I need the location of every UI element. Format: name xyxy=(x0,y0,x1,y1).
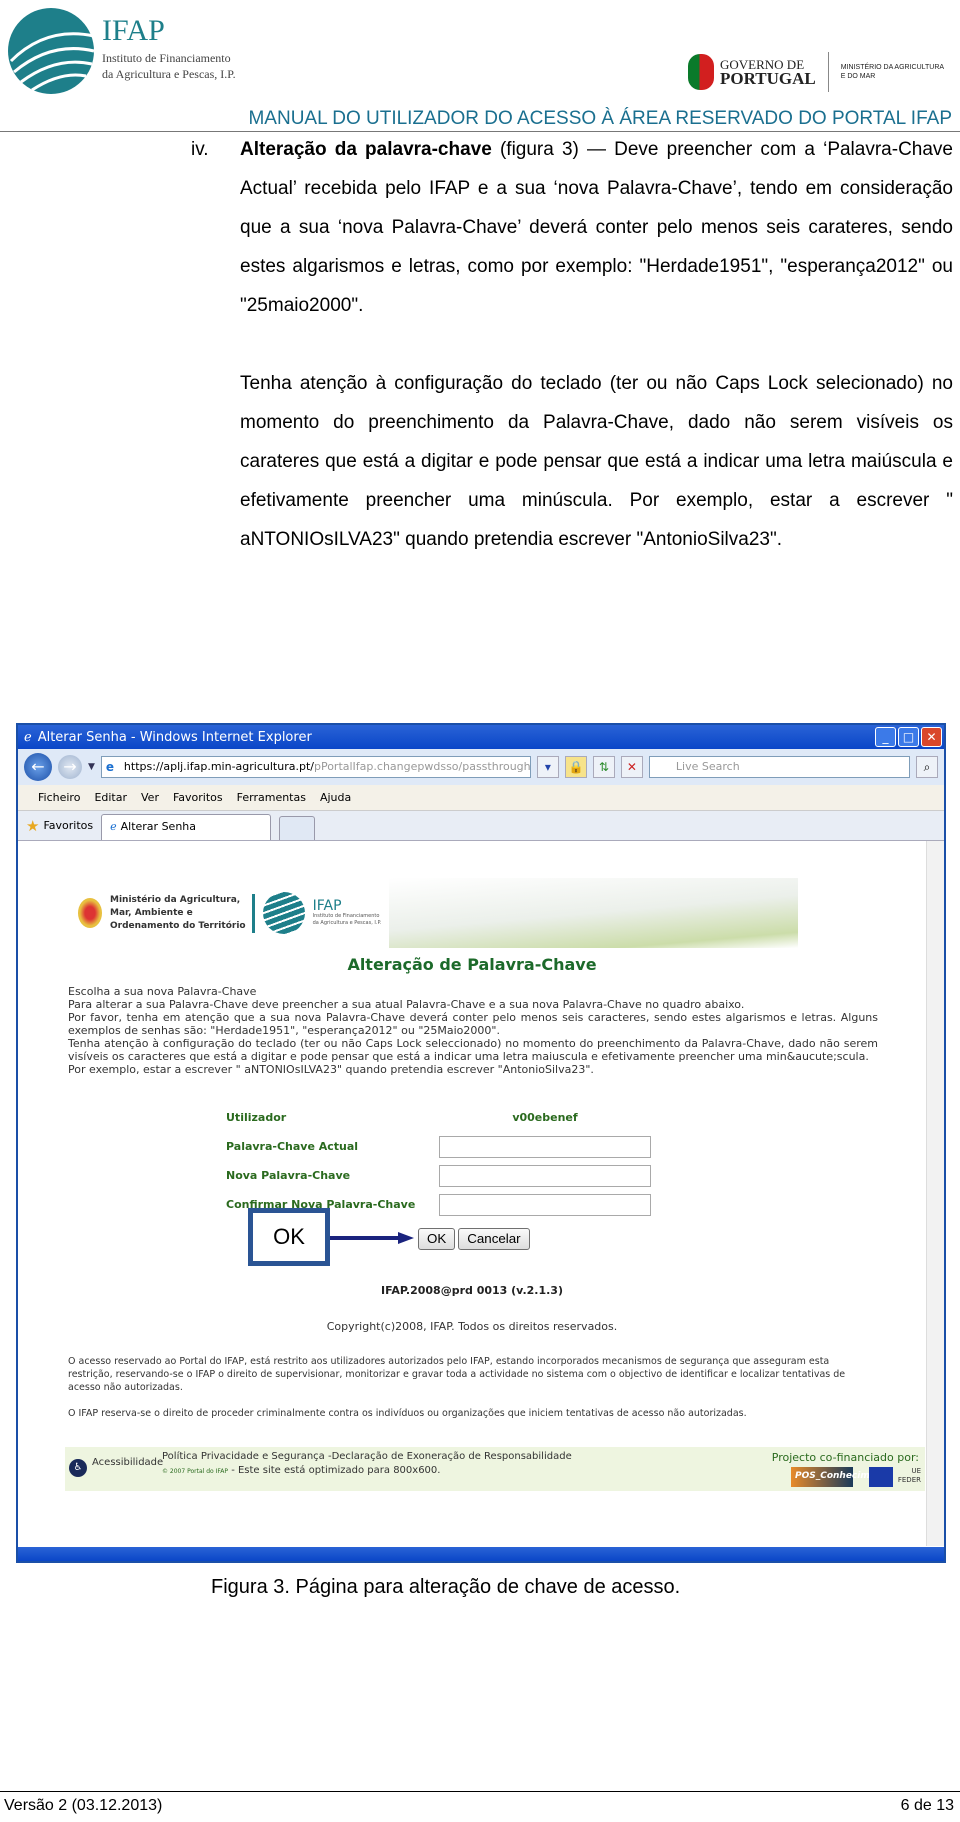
new-password-input[interactable] xyxy=(439,1164,651,1187)
cofinanced-label: Projecto co-financiado por: xyxy=(771,1451,919,1464)
app-version: IFAP.2008@prd 0013 (v.2.1.3) xyxy=(381,1284,563,1297)
change-password-form: Utilizador v00ebenef Palavra-Chave Actual… xyxy=(226,1103,676,1219)
star-icon: ★ xyxy=(26,816,40,835)
refresh-button[interactable]: ⇅ xyxy=(592,756,615,778)
page-number: 6 de 13 xyxy=(900,1797,954,1814)
window-title: Alterar Senha - Windows Internet Explore… xyxy=(37,729,312,745)
copyright: Copyright(c)2008, IFAP. Todos os direito… xyxy=(326,1320,618,1333)
menu-ficheiro[interactable]: Ficheiro xyxy=(38,791,80,804)
window-titlebar: ℯ Alterar Senha - Windows Internet Explo… xyxy=(18,725,944,749)
status-bar xyxy=(18,1547,944,1561)
menu-editar[interactable]: Editar xyxy=(94,791,127,804)
landscape-image xyxy=(389,878,798,948)
maximize-button[interactable]: □ xyxy=(898,727,919,747)
current-password-input[interactable] xyxy=(439,1135,651,1158)
accessibility-icon[interactable]: ♿ xyxy=(69,1459,87,1477)
site-footer: ♿ Acessibilidade Política Privacidade e … xyxy=(65,1447,925,1491)
portugal-crest-icon xyxy=(78,898,102,928)
browser-screenshot: ℯ Alterar Senha - Windows Internet Explo… xyxy=(16,723,946,1563)
favorites-button[interactable]: ★ Favoritos xyxy=(26,817,93,835)
portugal-flag-icon xyxy=(688,54,714,90)
lock-icon[interactable]: 🔒 xyxy=(564,756,587,778)
footer-divider xyxy=(0,1791,960,1792)
intro-text: Escolha a sua nova Palavra-Chave Para alt… xyxy=(68,985,878,1076)
callout-arrow-icon xyxy=(330,1232,414,1244)
page-icon: e xyxy=(105,760,115,774)
address-bar: ← → ▼ e https://aplj.ifap.min-agricultura… xyxy=(18,749,944,785)
legal-notice: O acesso reservado ao Portal do IFAP, es… xyxy=(68,1356,846,1419)
document-version: Versão 2 (03.12.2013) xyxy=(4,1797,163,1814)
ifap-logo-name: IFAP xyxy=(102,14,165,47)
menu-ver[interactable]: Ver xyxy=(141,791,159,804)
url-dropdown-button[interactable]: ▾ xyxy=(536,756,559,778)
government-logo: GOVERNO DE PORTUGAL MINISTÉRIO DA AGRICUL… xyxy=(688,52,944,92)
ie-icon: ℯ xyxy=(110,820,117,833)
figure-caption: Figura 3. Página para alteração de chave… xyxy=(211,1576,681,1598)
new-password-label: Nova Palavra-Chave xyxy=(226,1169,351,1182)
tab-alterar-senha[interactable]: ℯ Alterar Senha xyxy=(101,814,272,840)
menu-bar: Ficheiro Editar Ver Favoritos Ferramenta… xyxy=(18,785,944,811)
user-value: v00ebenef xyxy=(512,1111,578,1124)
item-number: iv. xyxy=(191,139,209,160)
paragraph-1: Alteração da palavra-chave (figura 3) — … xyxy=(240,139,953,316)
menu-favoritos[interactable]: Favoritos xyxy=(173,791,223,804)
optimized-note: © 2007 Portal do IFAP - Este site está o… xyxy=(162,1465,441,1476)
search-button[interactable]: ⌕ xyxy=(916,756,938,778)
forward-button[interactable]: → xyxy=(58,755,82,779)
paragraph-2: Tenha atenção à configuração do teclado … xyxy=(240,373,953,550)
ifap-logo-subtitle: Instituto de Financiamento da Agricultura… xyxy=(102,51,236,81)
current-password-label: Palavra-Chave Actual xyxy=(226,1140,359,1153)
ue-feder-label: UE FEDER xyxy=(897,1467,921,1484)
url-input[interactable]: e https://aplj.ifap.min-agricultura.pt/pP… xyxy=(100,756,531,778)
cancel-button[interactable]: Cancelar xyxy=(458,1228,530,1250)
privacy-policy-link[interactable]: Política Privacidade e Segurança -Declar… xyxy=(162,1451,572,1462)
ifap-logo xyxy=(8,8,95,94)
tabs-bar: ★ Favoritos ℯ Alterar Senha xyxy=(18,811,944,841)
ie-icon: ℯ xyxy=(24,729,32,745)
history-dropdown-icon[interactable]: ▼ xyxy=(88,762,95,772)
page-content: Ministério da Agricultura, Mar, Ambiente … xyxy=(18,841,926,1546)
page-title: Alteração de Palavra-Chave xyxy=(347,955,597,974)
search-input[interactable]: Live Search xyxy=(648,756,910,778)
new-tab-button[interactable] xyxy=(279,816,316,840)
ifap-logo-small xyxy=(262,892,305,934)
accessibility-link[interactable]: Acessibilidade xyxy=(92,1457,163,1468)
ok-callout: OK xyxy=(248,1208,330,1266)
pos-conhecimento-logo: POS_Conhecimento xyxy=(791,1467,893,1487)
vertical-scrollbar[interactable] xyxy=(926,841,944,1546)
user-label: Utilizador xyxy=(226,1111,287,1124)
back-button[interactable]: ← xyxy=(24,753,52,781)
minimize-button[interactable]: _ xyxy=(875,727,896,747)
manual-title: MANUAL DO UTILIZADOR DO ACESSO À ÁREA RE… xyxy=(248,108,952,129)
menu-ajuda[interactable]: Ajuda xyxy=(320,791,351,804)
confirm-password-input[interactable] xyxy=(439,1193,651,1216)
stop-button[interactable]: ✕ xyxy=(620,756,643,778)
site-banner: Ministério da Agricultura, Mar, Ambiente … xyxy=(78,878,798,948)
menu-ferramentas[interactable]: Ferramentas xyxy=(237,791,306,804)
eu-flag-icon xyxy=(869,1467,893,1487)
ok-button[interactable]: OK xyxy=(418,1228,456,1250)
close-button[interactable]: ✕ xyxy=(921,727,942,747)
